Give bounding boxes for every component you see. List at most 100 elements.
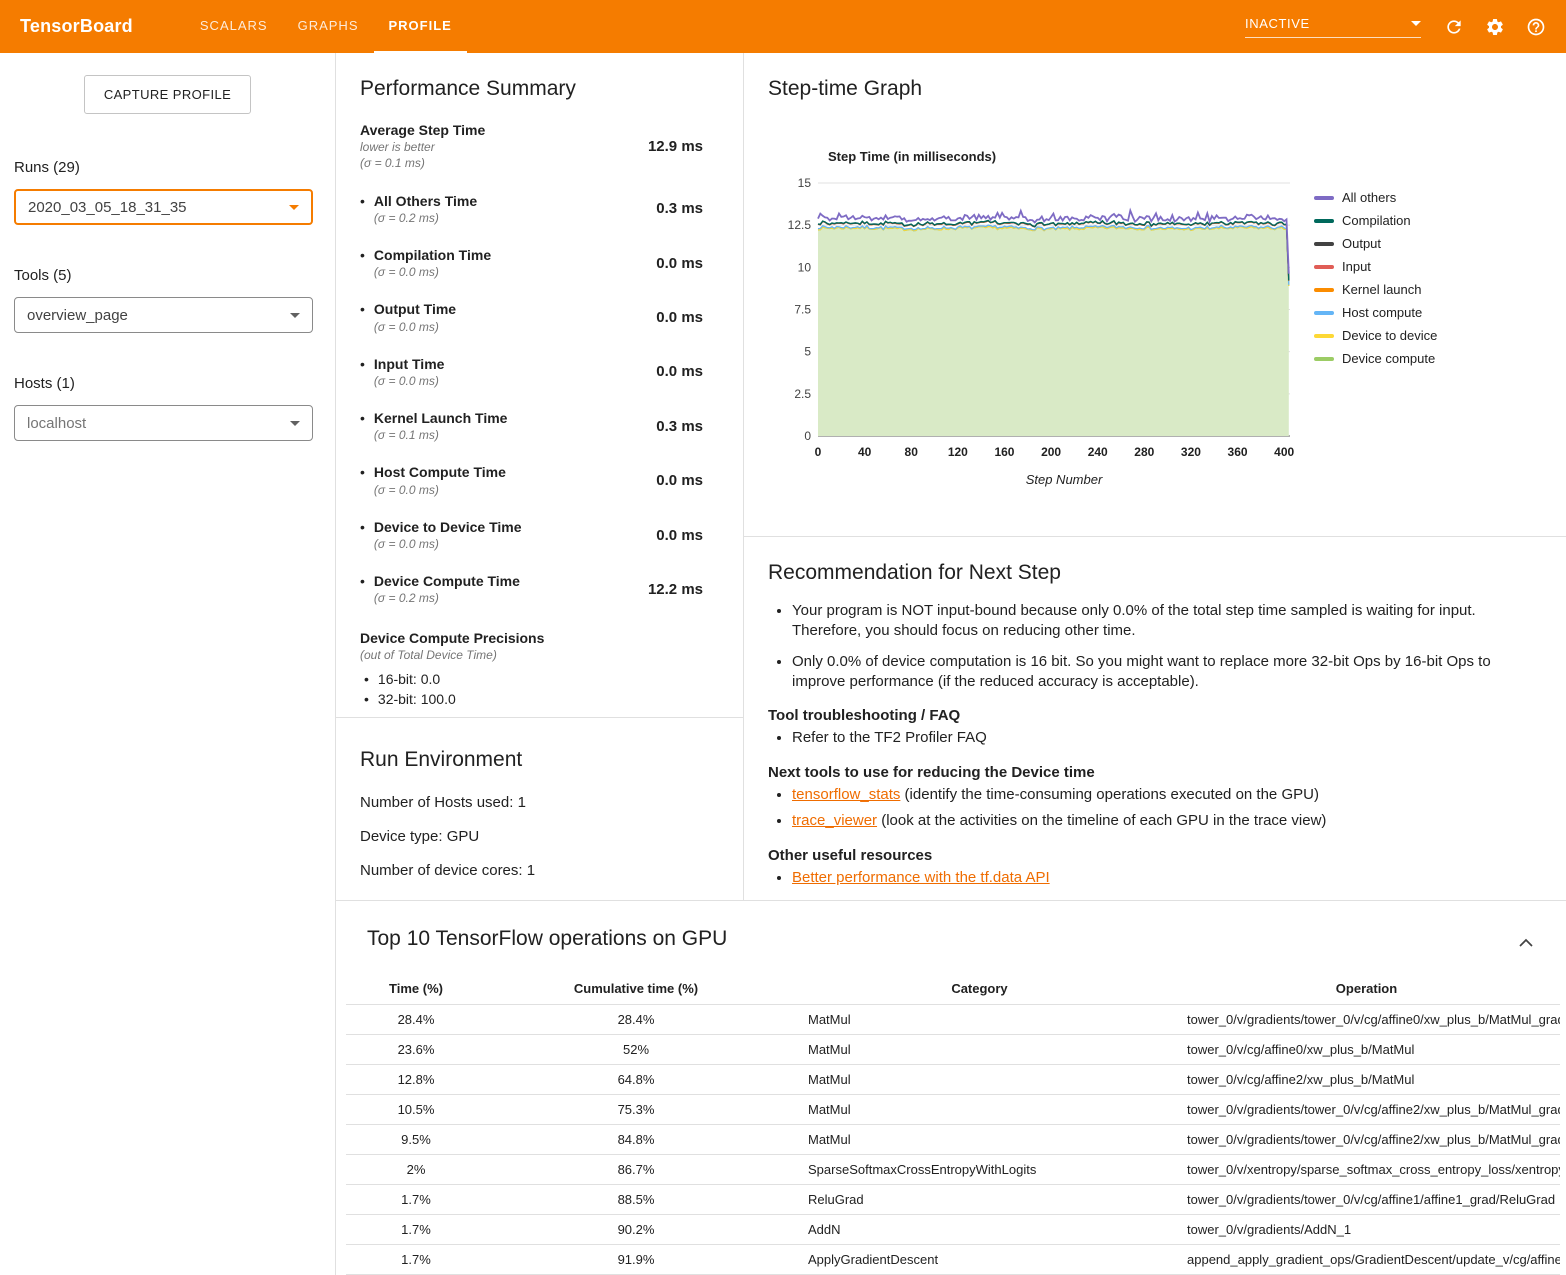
gear-icon (1485, 17, 1505, 37)
recommendation-item: trace_viewer (look at the activities on … (792, 811, 1536, 831)
perf-item-value: 0.0 ms (656, 363, 703, 380)
legend-swatch (1314, 288, 1334, 292)
chart-title: Step Time (in milliseconds) (828, 149, 1542, 164)
nav-tab[interactable]: SCALARS (185, 0, 283, 53)
table-row[interactable]: 1.7% 90.2% AddN tower_0/v/gradients/AddN… (346, 1215, 1560, 1245)
settings-button[interactable] (1483, 15, 1507, 39)
table-row[interactable]: 23.6% 52% MatMul tower_0/v/cg/affine0/xw… (346, 1035, 1560, 1065)
performance-summary-card: Performance Summary Average Step Time lo… (336, 53, 743, 718)
perf-summary-item: • All Others Time (σ = 0.2 ms) 0.3 ms (360, 192, 703, 226)
step-time-chart: Step Time (in milliseconds) 02.557.51012… (778, 149, 1542, 487)
average-step-time-row: Average Step Time lower is better (σ = 0… (360, 121, 703, 172)
step-time-plot: 02.557.51012.515040801201602002402803203… (778, 170, 1298, 462)
table-row[interactable]: 28.4% 28.4% MatMul tower_0/v/gradients/t… (346, 1005, 1560, 1035)
table-row[interactable]: 2% 86.7% SparseSoftmaxCrossEntropyWithLo… (346, 1155, 1560, 1185)
perf-summary-item: • Input Time (σ = 0.0 ms) 0.0 ms (360, 355, 703, 389)
chart-legend: All others Compilation Output Input Kernel l… (1314, 190, 1437, 374)
chevron-down-icon (290, 313, 300, 318)
recommendation-item: Better performance with the tf.data API (792, 868, 1536, 888)
table-row[interactable]: 1.7% 88.5% ReluGrad tower_0/v/gradients/… (346, 1185, 1560, 1215)
recommendation-link[interactable]: Better performance with the tf.data API (792, 869, 1050, 886)
chevron-down-icon (1411, 21, 1421, 26)
run-environment-title: Run Environment (360, 748, 719, 772)
recommendation-item: tensorflow_stats (identify the time-cons… (792, 785, 1536, 805)
operation-cell: tower_0/v/xentropy/sparse_softmax_cross_… (1173, 1155, 1560, 1185)
recommendation-link[interactable]: tensorflow_stats (792, 786, 900, 803)
hosts-label: Hosts (1) (14, 375, 335, 392)
capture-profile-button[interactable]: CAPTURE PROFILE (84, 75, 251, 114)
cumulative-percent-cell: 88.5% (486, 1185, 786, 1215)
top-ops-table: Time (%)Cumulative time (%)CategoryOpera… (346, 973, 1560, 1275)
operation-cell: tower_0/v/gradients/tower_0/v/cg/affine2… (1173, 1125, 1560, 1155)
run-environment-card: Run Environment Number of Hosts used: 1D… (336, 718, 743, 896)
bullet-icon: • (360, 192, 365, 226)
perf-summary-item: • Device to Device Time (σ = 0.0 ms) 0.0… (360, 518, 703, 552)
category-cell: MatMul (786, 1005, 1173, 1035)
app-title: TensorBoard (20, 16, 133, 37)
svg-text:7.5: 7.5 (794, 303, 811, 317)
average-step-time-note: lower is better (360, 139, 485, 155)
legend-item: Kernel launch (1314, 282, 1437, 297)
refresh-button[interactable] (1442, 15, 1466, 39)
legend-swatch (1314, 265, 1334, 269)
category-cell: ReluGrad (786, 1185, 1173, 1215)
top-ops-column-header: Cumulative time (%) (486, 973, 786, 1005)
table-row[interactable]: 12.8% 64.8% MatMul tower_0/v/cg/affine2/… (346, 1065, 1560, 1095)
perf-summary-item: • Output Time (σ = 0.0 ms) 0.0 ms (360, 300, 703, 334)
recommendation-subheading: Next tools to use for reducing the Devic… (768, 764, 1536, 781)
chevron-down-icon (289, 205, 299, 210)
table-row[interactable]: 9.5% 84.8% MatMul tower_0/v/gradients/to… (346, 1125, 1560, 1155)
hosts-select[interactable]: localhost (14, 405, 313, 441)
category-cell: ApplyGradientDescent (786, 1245, 1173, 1275)
legend-item: Output (1314, 236, 1437, 251)
runs-select[interactable]: 2020_03_05_18_31_35 (14, 189, 313, 225)
perf-item-value: 12.2 ms (648, 581, 703, 598)
perf-item-value: 0.0 ms (656, 527, 703, 544)
legend-label: Host compute (1342, 305, 1422, 320)
nav-tab[interactable]: PROFILE (374, 0, 467, 53)
category-cell: SparseSoftmaxCrossEntropyWithLogits (786, 1155, 1173, 1185)
legend-swatch (1314, 196, 1334, 200)
precisions-list: 16-bit: 0.032-bit: 100.0 (360, 669, 703, 710)
svg-text:5: 5 (804, 345, 811, 359)
cumulative-percent-cell: 91.9% (486, 1245, 786, 1275)
perf-item-label: Device to Device Time (374, 518, 522, 536)
nav-tab[interactable]: GRAPHS (283, 0, 374, 53)
help-button[interactable] (1524, 15, 1548, 39)
operation-cell: tower_0/v/gradients/tower_0/v/cg/affine2… (1173, 1095, 1560, 1125)
legend-swatch (1314, 357, 1334, 361)
legend-label: All others (1342, 190, 1396, 205)
time-percent-cell: 12.8% (346, 1065, 486, 1095)
time-percent-cell: 1.7% (346, 1245, 486, 1275)
status-select[interactable]: INACTIVE (1245, 16, 1421, 38)
perf-summary-item: • Host Compute Time (σ = 0.0 ms) 0.0 ms (360, 463, 703, 497)
recommendation-title: Recommendation for Next Step (768, 561, 1536, 585)
svg-text:10: 10 (798, 260, 812, 274)
header-actions: INACTIVE (1245, 15, 1548, 39)
table-row[interactable]: 10.5% 75.3% MatMul tower_0/v/gradients/t… (346, 1095, 1560, 1125)
perf-summary-item: • Device Compute Time (σ = 0.2 ms) 12.2 … (360, 572, 703, 606)
precisions-note: (out of Total Device Time) (360, 647, 703, 663)
time-percent-cell: 9.5% (346, 1125, 486, 1155)
tools-select[interactable]: overview_page (14, 297, 313, 333)
perf-item-sigma: (σ = 0.2 ms) (374, 210, 477, 226)
table-row[interactable]: 1.7% 91.9% ApplyGradientDescent append_a… (346, 1245, 1560, 1275)
cumulative-percent-cell: 84.8% (486, 1125, 786, 1155)
operation-cell: append_apply_gradient_ops/GradientDescen… (1173, 1245, 1560, 1275)
tools-select-value: overview_page (27, 307, 128, 324)
perf-item-label: Compilation Time (374, 246, 491, 264)
collapse-button[interactable] (1514, 933, 1538, 956)
recommendation-link[interactable]: trace_viewer (792, 812, 877, 829)
runs-field: Runs (29) 2020_03_05_18_31_35 (0, 159, 335, 225)
perf-item-sigma: (σ = 0.0 ms) (374, 373, 445, 389)
precision-item: 32-bit: 100.0 (364, 689, 703, 709)
hosts-field: Hosts (1) localhost (0, 375, 335, 441)
perf-item-sigma: (σ = 0.0 ms) (374, 319, 456, 335)
legend-item: Input (1314, 259, 1437, 274)
recommendation-subheading: Tool troubleshooting / FAQ (768, 707, 1536, 724)
step-time-graph-card: Step-time Graph Step Time (in millisecon… (744, 53, 1566, 537)
legend-item: Compilation (1314, 213, 1437, 228)
bullet-icon: • (360, 572, 365, 606)
tools-field: Tools (5) overview_page (0, 267, 335, 333)
perf-item-label-group: • Output Time (σ = 0.0 ms) (360, 300, 456, 334)
